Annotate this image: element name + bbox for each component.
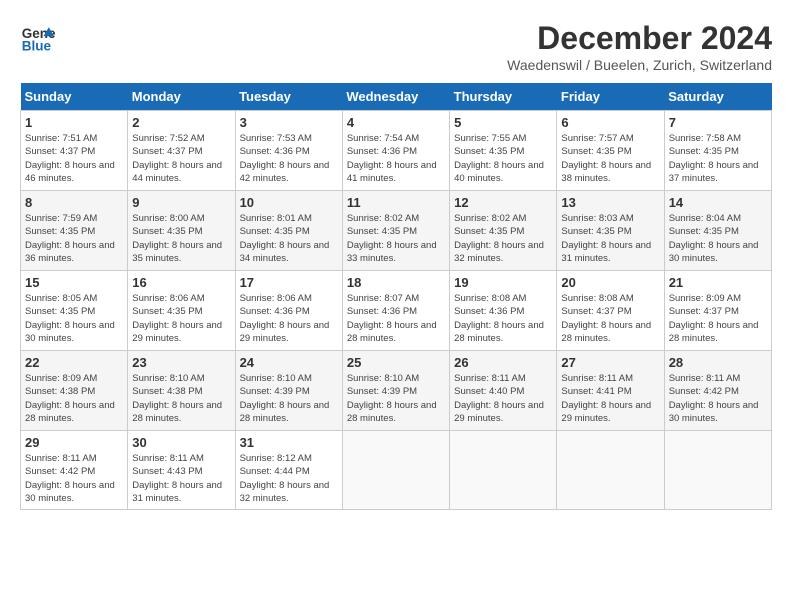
table-row: 21Sunrise: 8:09 AMSunset: 4:37 PMDayligh… [664, 271, 771, 351]
table-row: 3Sunrise: 7:53 AMSunset: 4:36 PMDaylight… [235, 111, 342, 191]
header-row: Sunday Monday Tuesday Wednesday Thursday… [21, 83, 772, 111]
page-header: General Blue December 2024 Waedenswil / … [20, 20, 772, 73]
table-row: 2Sunrise: 7:52 AMSunset: 4:37 PMDaylight… [128, 111, 235, 191]
table-row: 31Sunrise: 8:12 AMSunset: 4:44 PMDayligh… [235, 431, 342, 510]
table-row: 28Sunrise: 8:11 AMSunset: 4:42 PMDayligh… [664, 351, 771, 431]
col-sunday: Sunday [21, 83, 128, 111]
table-row: 10Sunrise: 8:01 AMSunset: 4:35 PMDayligh… [235, 191, 342, 271]
table-row: 11Sunrise: 8:02 AMSunset: 4:35 PMDayligh… [342, 191, 449, 271]
title-area: December 2024 Waedenswil / Bueelen, Zuri… [507, 20, 772, 73]
col-tuesday: Tuesday [235, 83, 342, 111]
table-row: 25Sunrise: 8:10 AMSunset: 4:39 PMDayligh… [342, 351, 449, 431]
table-row: 26Sunrise: 8:11 AMSunset: 4:40 PMDayligh… [450, 351, 557, 431]
month-title: December 2024 [507, 20, 772, 57]
table-row: 5Sunrise: 7:55 AMSunset: 4:35 PMDaylight… [450, 111, 557, 191]
table-row [342, 431, 449, 510]
table-row: 15Sunrise: 8:05 AMSunset: 4:35 PMDayligh… [21, 271, 128, 351]
logo: General Blue [20, 20, 56, 56]
col-wednesday: Wednesday [342, 83, 449, 111]
table-row: 23Sunrise: 8:10 AMSunset: 4:38 PMDayligh… [128, 351, 235, 431]
location-title: Waedenswil / Bueelen, Zurich, Switzerlan… [507, 57, 772, 73]
table-row: 22Sunrise: 8:09 AMSunset: 4:38 PMDayligh… [21, 351, 128, 431]
table-row: 18Sunrise: 8:07 AMSunset: 4:36 PMDayligh… [342, 271, 449, 351]
table-row: 20Sunrise: 8:08 AMSunset: 4:37 PMDayligh… [557, 271, 664, 351]
table-row: 1Sunrise: 7:51 AMSunset: 4:37 PMDaylight… [21, 111, 128, 191]
col-thursday: Thursday [450, 83, 557, 111]
table-row: 6Sunrise: 7:57 AMSunset: 4:35 PMDaylight… [557, 111, 664, 191]
table-row: 8Sunrise: 7:59 AMSunset: 4:35 PMDaylight… [21, 191, 128, 271]
table-row: 24Sunrise: 8:10 AMSunset: 4:39 PMDayligh… [235, 351, 342, 431]
table-row [557, 431, 664, 510]
table-row: 13Sunrise: 8:03 AMSunset: 4:35 PMDayligh… [557, 191, 664, 271]
table-row: 17Sunrise: 8:06 AMSunset: 4:36 PMDayligh… [235, 271, 342, 351]
logo-icon: General Blue [20, 20, 56, 56]
table-row: 29Sunrise: 8:11 AMSunset: 4:42 PMDayligh… [21, 431, 128, 510]
table-row: 16Sunrise: 8:06 AMSunset: 4:35 PMDayligh… [128, 271, 235, 351]
table-row [450, 431, 557, 510]
table-row [664, 431, 771, 510]
table-row: 19Sunrise: 8:08 AMSunset: 4:36 PMDayligh… [450, 271, 557, 351]
table-row: 9Sunrise: 8:00 AMSunset: 4:35 PMDaylight… [128, 191, 235, 271]
svg-text:Blue: Blue [22, 39, 52, 54]
table-row: 27Sunrise: 8:11 AMSunset: 4:41 PMDayligh… [557, 351, 664, 431]
table-row: 4Sunrise: 7:54 AMSunset: 4:36 PMDaylight… [342, 111, 449, 191]
table-row: 12Sunrise: 8:02 AMSunset: 4:35 PMDayligh… [450, 191, 557, 271]
col-monday: Monday [128, 83, 235, 111]
calendar-table: Sunday Monday Tuesday Wednesday Thursday… [20, 83, 772, 510]
table-row: 30Sunrise: 8:11 AMSunset: 4:43 PMDayligh… [128, 431, 235, 510]
table-row: 14Sunrise: 8:04 AMSunset: 4:35 PMDayligh… [664, 191, 771, 271]
col-saturday: Saturday [664, 83, 771, 111]
table-row: 7Sunrise: 7:58 AMSunset: 4:35 PMDaylight… [664, 111, 771, 191]
col-friday: Friday [557, 83, 664, 111]
